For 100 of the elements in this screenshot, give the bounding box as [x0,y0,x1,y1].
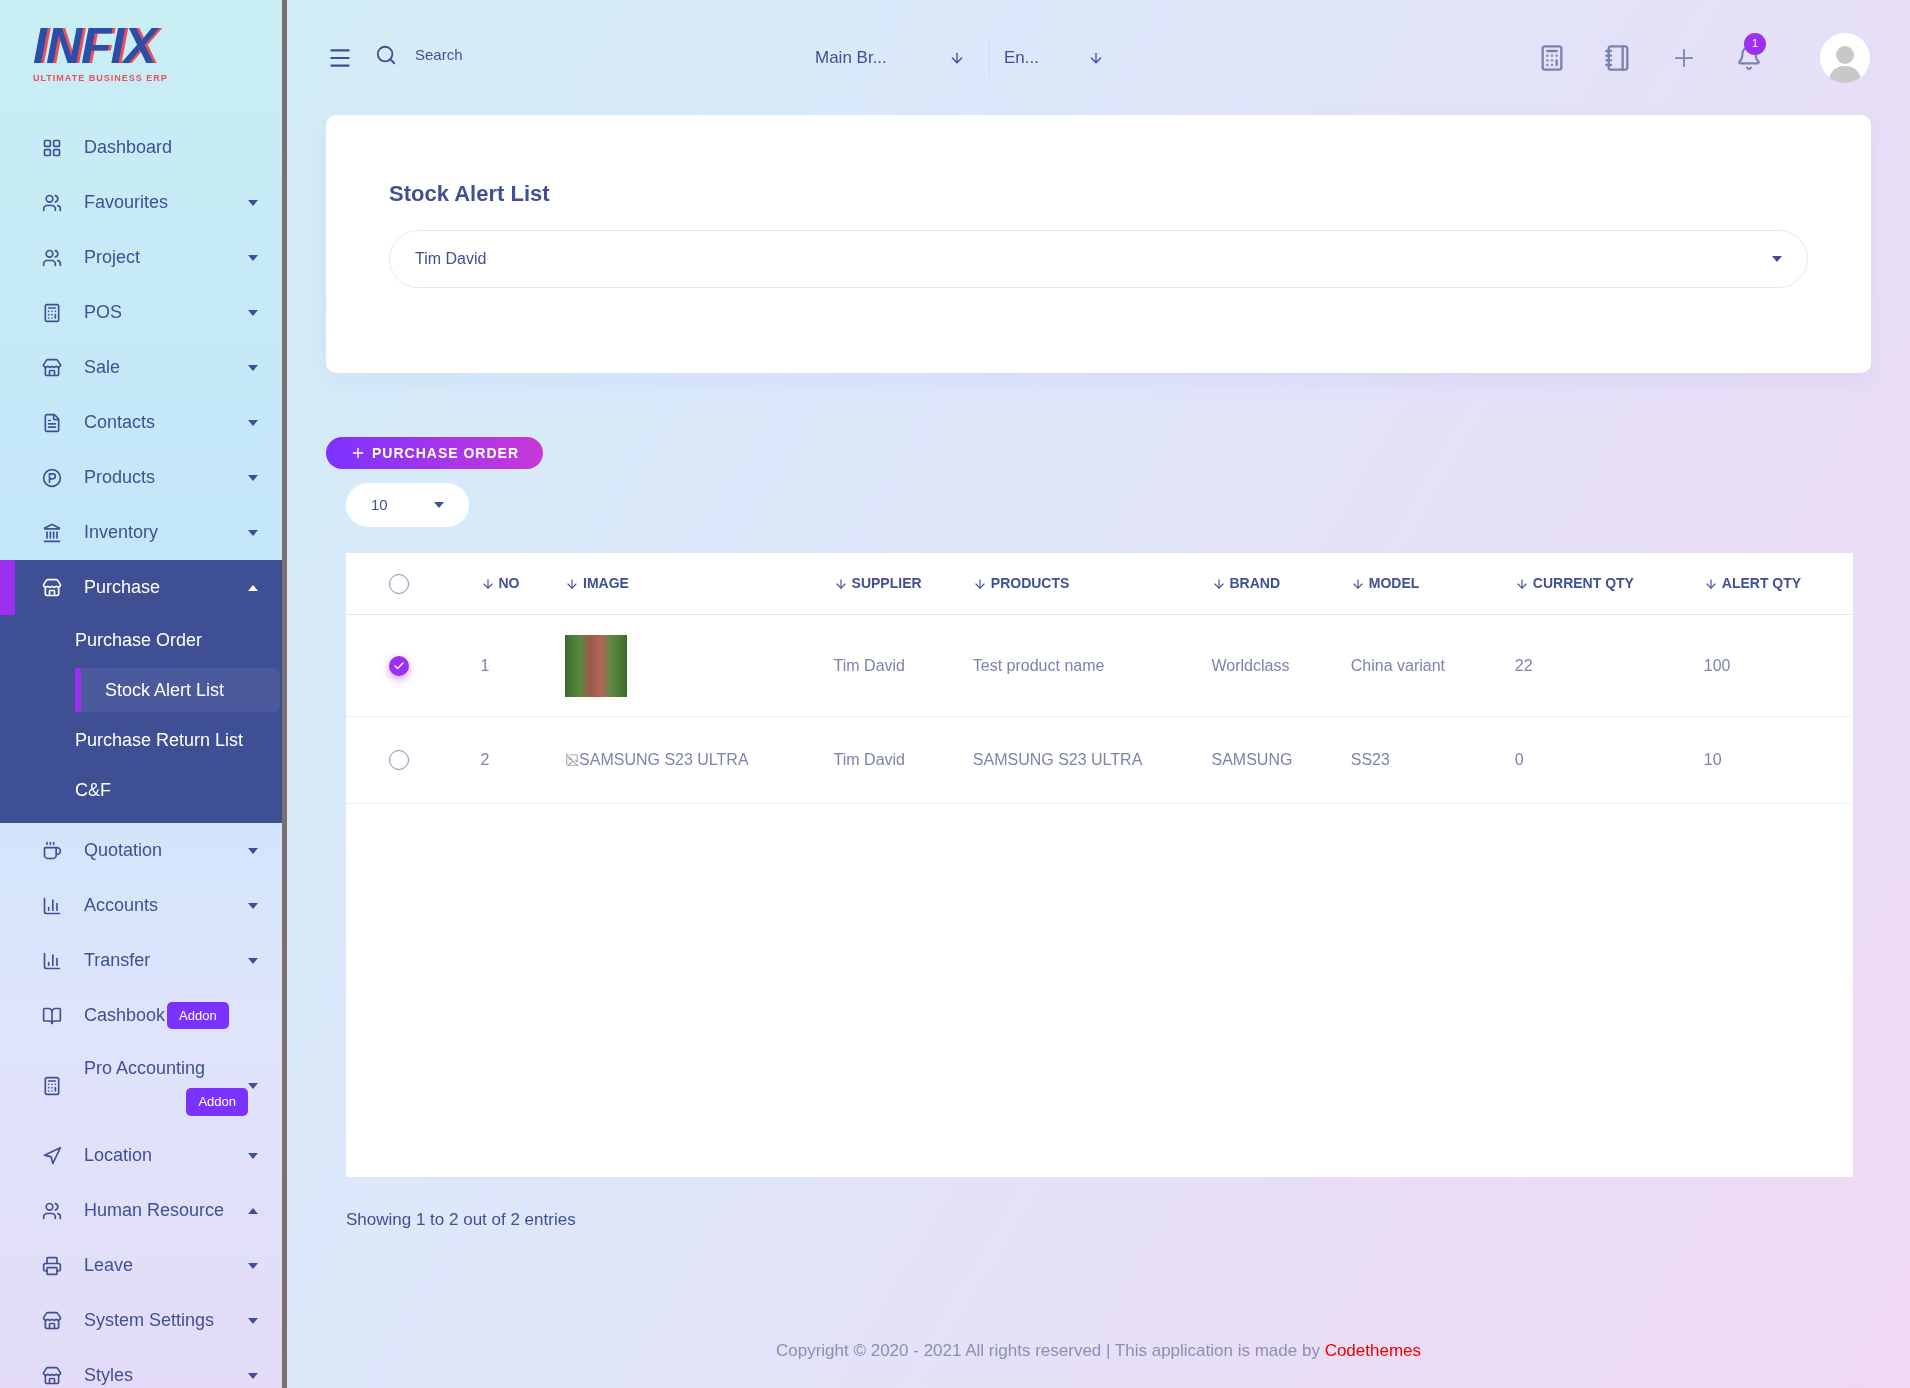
table-cell: SAMSUNG [1211,751,1293,768]
search-field[interactable]: Search [375,43,630,72]
sidebar-scrollbar[interactable] [282,0,287,1388]
table-cell: 10 [1703,751,1722,768]
submenu-item[interactable]: C&F [75,768,280,812]
purchase-order-button[interactable]: PURCHASE ORDER [326,437,543,469]
copyright-text: Copyright © 2020 - 2021 All rights reserved | This application is made by Codethemes [776,1339,1421,1362]
sidebar-item[interactable]: Accounts [0,878,282,933]
notification-count: 1 [1744,32,1766,55]
addon-badge: Addon [186,1088,248,1116]
people-icon [42,1200,62,1221]
table-cell: 0 [1514,751,1524,768]
sidebar-item[interactable]: Quotation [0,823,282,878]
sidebar-item[interactable]: Location [0,1128,282,1183]
book-icon [42,1005,62,1026]
page-title: Stock Alert List [389,180,551,208]
menu-label: Quotation [84,839,163,862]
sidebar-item[interactable]: Sale [0,340,282,395]
table-cell: 22 [1514,656,1533,674]
language-select[interactable]: En... [1004,44,1104,71]
menu-label: Styles [84,1364,134,1387]
menu-label: Dashboard [84,136,173,159]
sidebar-item[interactable]: Products [0,450,282,505]
store-icon [42,1365,62,1386]
table-cell: Test product name [972,656,1105,674]
table-cell: Tim David [833,656,905,674]
broken-image: SAMSUNG S23 ULTRA [565,748,749,772]
search-icon [375,44,397,66]
sidebar-item[interactable]: Project [0,230,282,285]
addon-badge: Addon [167,1001,229,1030]
sidebar-item[interactable]: Human Resource [0,1183,282,1238]
check-icon [393,659,405,672]
caret-down-icon [1772,256,1782,262]
column-header[interactable]: PRODUCTS [972,573,1070,594]
menu-label: Pro Accounting [84,1057,206,1081]
user-avatar[interactable] [1820,32,1870,83]
sidebar-item[interactable]: System Settings [0,1293,282,1348]
plus-icon [350,445,366,461]
people-icon [42,192,62,213]
menu-label: Leave [84,1254,134,1277]
document-icon [42,412,62,433]
table-cell: 2 [480,751,490,768]
column-header[interactable]: CURRENT QTY [1514,573,1634,594]
column-header[interactable]: NO [480,573,520,594]
submenu-item[interactable]: Stock Alert List [75,668,280,712]
menu-label: Accounts [84,894,159,917]
search-input[interactable]: Search [415,43,555,67]
table-cell: China variant [1350,656,1445,674]
store-icon [42,577,62,598]
broken-image-icon [565,753,580,767]
page-size-select[interactable]: 10 [346,483,469,527]
sidebar-item[interactable]: Inventory [0,505,282,560]
sidebar-item[interactable]: Transfer [0,933,282,988]
submenu-item[interactable]: Purchase Order [75,618,280,662]
sidebar-item[interactable]: Dashboard [0,120,282,175]
menu-label: Cashbook [84,1004,166,1027]
menu-label: Project [84,246,141,269]
store-icon [42,357,62,378]
sidebar-item[interactable]: Pro Accounting Addon [0,1043,282,1128]
grid-icon [42,137,62,158]
printer-icon [42,1255,62,1276]
branch-select[interactable]: Main Br... [815,44,975,71]
column-header[interactable]: ALERT QTY [1703,573,1802,594]
menu-label: Products [84,466,156,489]
logo: INFIX [33,22,282,71]
submenu-item[interactable]: Purchase Return List [75,718,280,762]
checkbox[interactable] [389,655,409,676]
sidebar-item[interactable]: Styles [0,1348,282,1388]
menu-label: Contacts [84,411,156,434]
menu-label: Human Resource [84,1199,225,1222]
menu-label: Purchase [84,576,161,599]
sidebar-item[interactable]: Leave [0,1238,282,1293]
sidebar-item[interactable]: Cashbook Addon [0,988,282,1043]
cup-icon [42,840,62,861]
table-cell: 1 [480,656,490,674]
checkbox[interactable] [389,750,409,770]
checkbox[interactable] [389,573,409,594]
table-cell: SS23 [1350,751,1390,768]
menu-label: Transfer [84,949,151,972]
caret-down-icon [434,502,444,508]
table-cell: 100 [1703,656,1731,674]
column-header[interactable]: MODEL [1350,573,1420,594]
active-indicator [0,560,15,615]
sidebar-item[interactable]: Contacts [0,395,282,450]
menu-label: Sale [84,356,121,379]
sidebar-item[interactable]: POS [0,285,282,340]
bar-chart-icon [42,950,62,971]
column-header[interactable]: BRAND [1211,573,1281,594]
bank-icon [42,522,62,543]
column-header[interactable]: IMAGE [565,573,629,594]
notebook-icon[interactable] [1604,43,1632,72]
sidebar-item[interactable]: Purchase [0,560,282,615]
sidebar-item[interactable]: Favourites [0,175,282,230]
menu-label: System Settings [84,1309,215,1332]
store-icon [42,1310,62,1331]
photo-placeholder [565,634,628,697]
codethemes-link[interactable]: Codethemes [1324,1340,1421,1360]
calculator-icon [42,1075,62,1096]
entries-summary: Showing 1 to 2 out of 2 entries [346,1210,576,1229]
column-header[interactable]: SUPPLIER [833,573,922,594]
